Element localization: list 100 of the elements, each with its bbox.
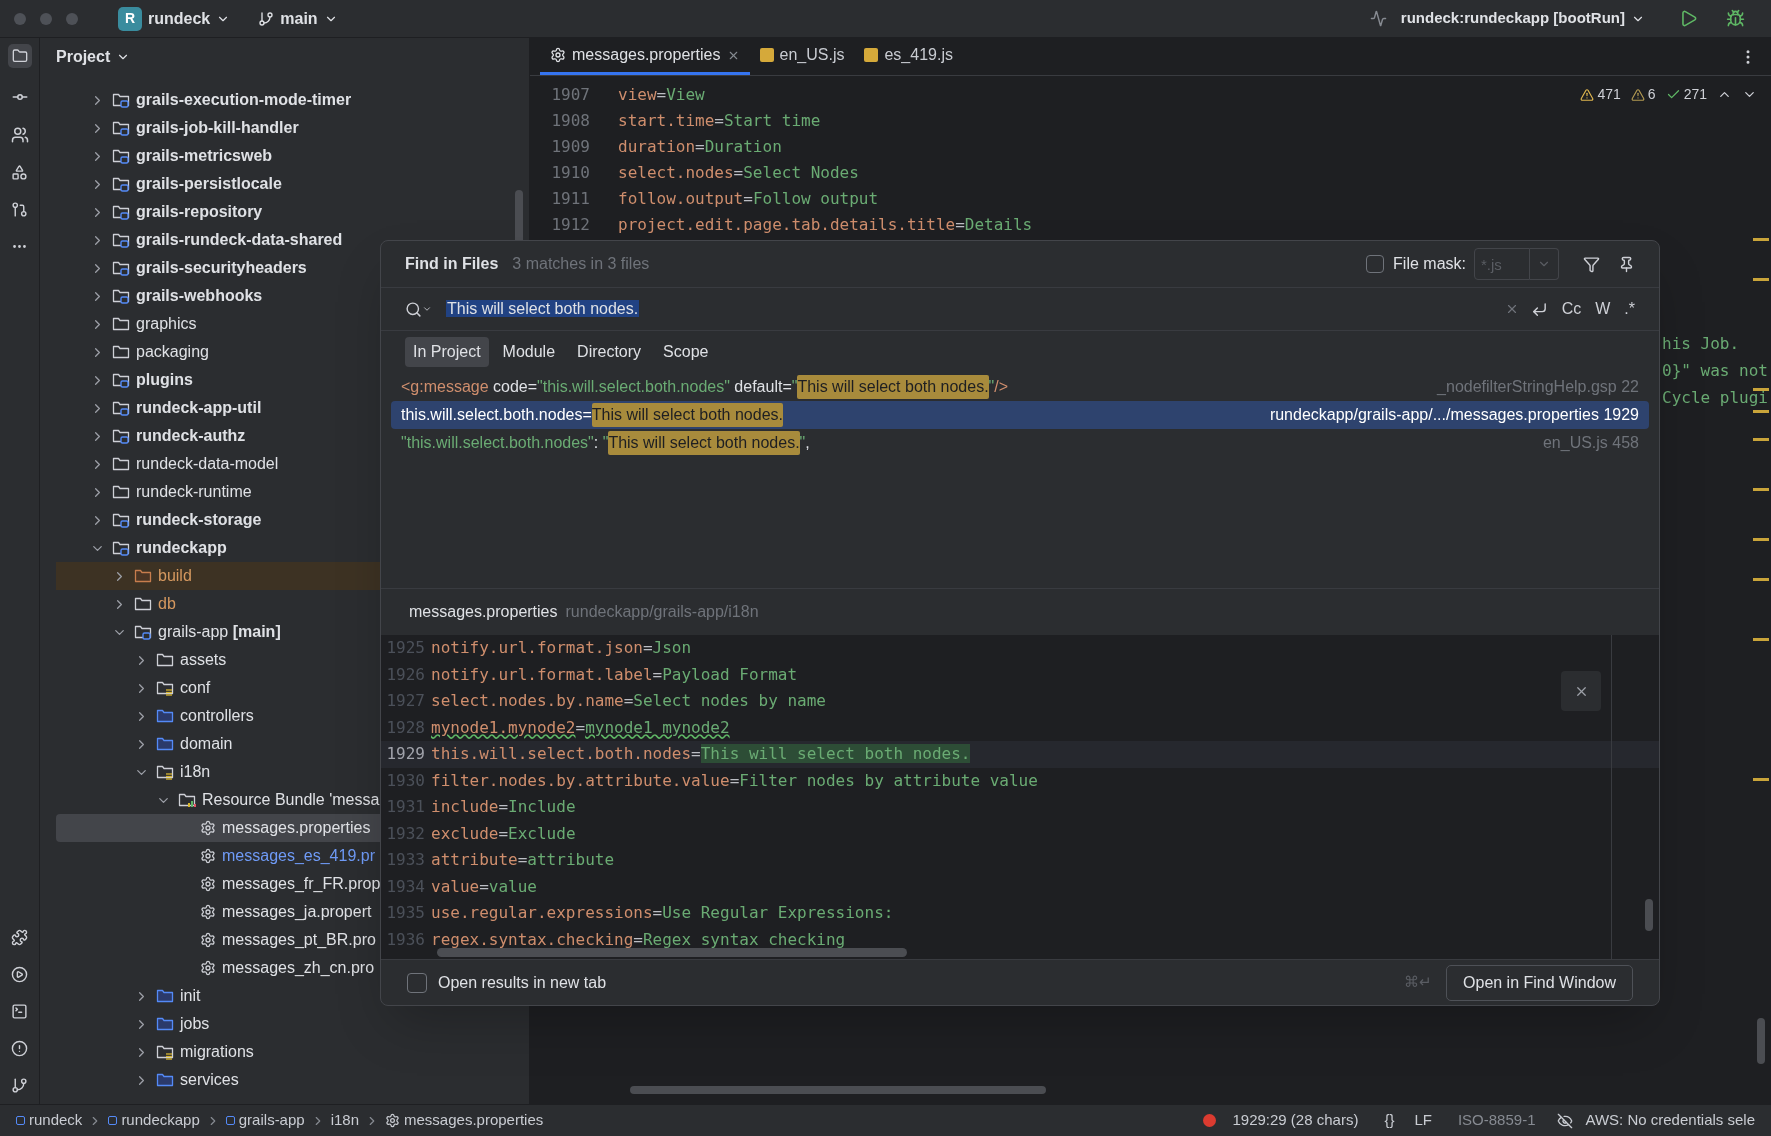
hidden-eye-icon[interactable] [1557, 1112, 1574, 1129]
search-option[interactable]: W [1595, 297, 1611, 321]
search-option[interactable]: .* [1624, 297, 1635, 321]
editor-tab[interactable]: en_US.js [749, 38, 855, 75]
module-folder-icon [112, 204, 130, 220]
tree-item[interactable]: grails-rundeck-data-shared [56, 226, 489, 254]
project-switcher[interactable]: R rundeck [118, 6, 231, 31]
gear-icon [200, 876, 216, 892]
breadcrumb[interactable]: rundeck [16, 1109, 83, 1132]
tree-item[interactable]: services [56, 1066, 489, 1094]
pin-icon[interactable] [1618, 255, 1635, 273]
scrollbar[interactable] [437, 948, 907, 957]
run-icon[interactable] [1679, 9, 1698, 28]
error-indicator-icon[interactable] [1203, 1114, 1217, 1127]
folder-icon [156, 708, 174, 724]
tree-label: grails-rundeck-data-shared [136, 230, 343, 250]
scrollbar[interactable] [1645, 899, 1653, 931]
branch-icon[interactable] [11, 1077, 28, 1094]
tree-item[interactable]: jobs [56, 1010, 489, 1038]
scope-tab[interactable]: Module [494, 337, 564, 367]
gear-icon [200, 960, 216, 976]
tree-item[interactable]: migrations [56, 1038, 489, 1066]
tree-item[interactable]: grails-repository [56, 198, 489, 226]
newline-icon[interactable] [1530, 300, 1548, 318]
scrollbar[interactable] [630, 1086, 1046, 1094]
code-line: notify.url.format.json=Json [431, 637, 692, 660]
code-line: mynode1.mynode2=mynode1 mynode2 [431, 716, 730, 739]
module-folder-icon [112, 120, 130, 136]
branch-switcher[interactable]: main [258, 6, 338, 31]
code-line: attribute=attribute [431, 849, 615, 872]
chevron-down-icon [422, 304, 432, 314]
run-configuration-selector[interactable]: rundeck:rundeckapp [bootRun] [1400, 7, 1645, 30]
tree-item[interactable]: grails-execution-mode-timer [56, 86, 489, 114]
gear-icon [385, 1113, 400, 1128]
tree-label: messages_pt_BR.pro [222, 930, 376, 950]
checkbox[interactable] [407, 972, 427, 993]
plugin-icon[interactable] [11, 929, 28, 946]
people-icon[interactable] [10, 126, 29, 144]
search-result[interactable]: this.will.select.both.nodes=This will select both nodes. rundeckapp/grails-app/.../messages.properties 1929 [391, 401, 1649, 429]
module-folder-icon [112, 148, 130, 164]
branch-icon[interactable] [258, 10, 275, 27]
run-icon[interactable] [11, 966, 28, 983]
tree-item[interactable]: grails-job-kill-handler [56, 114, 489, 142]
tree-label: Resource Bundle 'messa [202, 790, 380, 810]
search-icon[interactable] [405, 300, 432, 318]
scope-tab[interactable]: Directory [569, 337, 650, 367]
warning-count[interactable]: 471 [1580, 84, 1621, 105]
open-in-find-window-button[interactable]: Open in Find Window [1446, 964, 1633, 1001]
folder-icon [156, 736, 174, 752]
tree-label: build [158, 566, 192, 586]
problems-icon[interactable] [11, 1040, 28, 1057]
scope-tab[interactable]: Scope [655, 337, 717, 367]
search-option[interactable]: Cc [1561, 297, 1582, 321]
typo-count[interactable]: 271 [1665, 84, 1707, 105]
filter-icon[interactable] [1583, 255, 1600, 273]
project-view-selector[interactable]: Project [56, 45, 131, 69]
tree-label: conf [180, 678, 211, 698]
search-result[interactable]: <g:message code="this.will.select.both.nodes" default="This will select both nodes."/> _nodefilterStringHelp.gsp 22 [391, 373, 1649, 401]
terminal-icon[interactable] [11, 1003, 28, 1020]
tree-item[interactable]: rundeckapp [56, 534, 489, 562]
breadcrumb[interactable]: messages.properties [385, 1109, 544, 1132]
file-encoding[interactable]: ISO-8859-1 [1457, 1109, 1536, 1132]
breadcrumb[interactable]: rundeckapp [108, 1109, 200, 1132]
folder-icon[interactable] [7, 44, 32, 68]
module-folder-icon [112, 232, 130, 248]
breadcrumb[interactable]: i18n [330, 1109, 359, 1132]
editor-tab[interactable]: es_419.js [854, 38, 963, 75]
checkbox[interactable] [1366, 255, 1385, 273]
tree-label: grails-execution-mode-timer [136, 90, 352, 110]
scope-tab[interactable]: In Project [405, 337, 489, 367]
tree-item[interactable]: grails-metricsweb [56, 142, 489, 170]
checkbox-label: Open results in new tab [438, 972, 607, 993]
folder-icon [156, 680, 174, 696]
aws-status[interactable]: AWS: No credentials sele [1585, 1109, 1755, 1132]
preview-file-name: messages.properties [409, 602, 558, 622]
gear-icon [200, 932, 216, 948]
module-icon [16, 1116, 25, 1125]
search-field[interactable]: This will select both nodes. [446, 297, 1505, 321]
tree-label: init [180, 986, 201, 1006]
line-ending[interactable]: LF [1414, 1109, 1432, 1132]
tree-label: db [158, 594, 176, 614]
folder-icon [156, 1072, 174, 1088]
tree-label: migrations [180, 1042, 254, 1062]
line-number: 1908 [550, 110, 591, 132]
pull-request-icon[interactable] [11, 201, 28, 218]
tree-item[interactable]: rundeck-storage [56, 506, 489, 534]
structure-icon[interactable] [11, 164, 28, 181]
tree-item[interactable]: grails-persistlocale [56, 170, 489, 198]
code-line: select.nodes=Select Nodes [618, 162, 859, 184]
gear-icon [200, 904, 216, 920]
tree-label: plugins [136, 370, 193, 390]
breadcrumb[interactable]: grails-app [225, 1109, 305, 1132]
weak-warning-count[interactable]: 6 [1630, 84, 1656, 105]
tree-label: grails-repository [136, 202, 263, 222]
debug-icon[interactable] [1726, 9, 1745, 28]
context-indicator[interactable]: {} [1384, 1109, 1395, 1132]
scrollbar[interactable] [1757, 1018, 1765, 1064]
tree-item[interactable]: rundeck-runtime [56, 478, 489, 506]
tree-label: domain [180, 734, 233, 754]
caret-position[interactable]: 1929:29 (28 chars) [1232, 1109, 1359, 1132]
